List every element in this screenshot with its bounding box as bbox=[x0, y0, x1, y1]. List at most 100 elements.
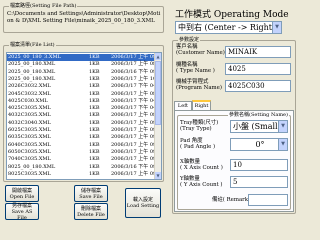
delete-file-button[interactable]: 刪除檔案 Delete File bbox=[74, 203, 108, 220]
list-item[interactable]: 2025_00_180_3.XML 1KB 2006/3/17 上午 09:1 bbox=[7, 54, 161, 61]
pad-angle-select[interactable]: 0° ▼ bbox=[230, 138, 288, 151]
tray-type-label: Tray種類(尺寸) (Tray Type) bbox=[180, 120, 219, 132]
setting-name-group: 參數名稱(Setting Name) Tray種類(尺寸) (Tray Type)… bbox=[177, 112, 291, 210]
file-name: 2025_00_180.XML bbox=[8, 75, 56, 82]
tray-type-select[interactable]: 小盤 (Small) ▼ bbox=[230, 120, 288, 133]
file-size: 1KB bbox=[89, 112, 100, 119]
file-name: 6025C3035.XML bbox=[8, 127, 51, 133]
list-item[interactable]: 2025_00_180.XML 1KB 2006/3/17 上午 08:5 bbox=[7, 61, 161, 68]
list-item[interactable]: 8025C3035.XML 1KB 2006/3/17 上午 09:2 bbox=[7, 170, 161, 178]
save-file-label-en: Save File bbox=[79, 193, 103, 200]
file-size: 1KB bbox=[89, 134, 100, 141]
list-item[interactable]: 6025C3035.XML 1KB 2006/3/17 上午 09:0 bbox=[7, 127, 161, 134]
file-size: 1KB bbox=[89, 163, 100, 170]
chevron-down-icon: ▼ bbox=[278, 121, 287, 132]
chevron-down-icon: ▼ bbox=[278, 139, 287, 150]
remark-field[interactable] bbox=[248, 194, 288, 206]
file-size: 1KB bbox=[89, 127, 100, 133]
file-name: 4025C3035.XML bbox=[8, 105, 51, 112]
file-name: 6040C3035.XML bbox=[8, 141, 51, 148]
tab-left[interactable]: Left bbox=[174, 101, 192, 110]
list-item[interactable]: 7040C3035.XML 1KB 2006/3/17 上午 09:2 bbox=[7, 156, 161, 163]
save-file-button[interactable]: 儲存檔案 Save File bbox=[74, 185, 108, 202]
list-item[interactable]: 2025_00_180.XML 1KB 2006/3/16 下午 09:1 bbox=[7, 68, 161, 76]
parameter-group-legend: 參數設定 bbox=[178, 37, 201, 44]
x-axis-count-label: X軸數量( X Axis Count ) bbox=[180, 159, 223, 171]
file-list-scrollbar[interactable]: ▲ ▼ bbox=[154, 53, 161, 179]
program-name-label: 機械手臂程式 (Program Name) bbox=[176, 79, 222, 91]
list-item[interactable]: 6040C3035.XML 1KB 2006/3/17 上午 09:0 bbox=[7, 141, 161, 149]
file-name: 4025C030.XML bbox=[8, 97, 48, 104]
program-name-field[interactable]: 4025C030 bbox=[225, 80, 291, 92]
file-name: 4032C3035.XML bbox=[8, 112, 51, 119]
open-file-button[interactable]: 開啟檔案 Open File bbox=[5, 185, 39, 202]
file-name: 2025_00_180.XML bbox=[8, 68, 56, 75]
pad-angle-label: Pad 角度( Pad Angle ) bbox=[180, 138, 216, 150]
file-size: 1KB bbox=[89, 83, 100, 90]
type-name-field[interactable]: 4025 bbox=[225, 63, 291, 75]
file-size: 1KB bbox=[89, 105, 100, 112]
file-name: 4032C3040.XML bbox=[8, 119, 51, 126]
list-item[interactable]: 2045C3032.XML 1KB 2006/3/17 上午 08:5 bbox=[7, 90, 161, 98]
file-size: 1KB bbox=[89, 61, 100, 68]
save-as-file-label-en: Save AS File bbox=[11, 208, 33, 221]
customer-name-field[interactable]: MINAIK bbox=[225, 46, 291, 58]
file-name: 2025_00_180_3.XML bbox=[8, 54, 61, 60]
pad-angle-value: 0° bbox=[255, 140, 265, 149]
file-name: 8025_00_180.XML bbox=[8, 163, 56, 170]
list-item[interactable]: 6035C3035.XML 1KB 2006/3/17 上午 09:5 bbox=[7, 134, 161, 141]
list-item[interactable]: 8025_00_180.XML 1KB 2006/3/16 下午 09:2 bbox=[7, 163, 161, 171]
file-size: 1KB bbox=[89, 170, 100, 177]
file-list-group: 檔案清單(File List) 2025_00_180_3.XML 1KB 2006… bbox=[3, 42, 164, 182]
list-item[interactable]: 4025C030.XML 1KB 2006/3/17 下午 04:1 bbox=[7, 97, 161, 105]
list-item[interactable]: 2025_00_180.XML 1KB 2006/3/17 上午 10:0 bbox=[7, 75, 161, 83]
file-size: 1KB bbox=[89, 90, 100, 97]
tab-right[interactable]: Right bbox=[192, 100, 211, 110]
list-item[interactable]: 4032C3040.XML 1KB 2006/3/17 上午 09:1 bbox=[7, 119, 161, 127]
file-list-legend: 檔案清單(File List) bbox=[9, 42, 56, 49]
operating-mode-title: 工作模式 Operating Mode bbox=[175, 10, 289, 20]
file-name: 6050C3035.XML bbox=[8, 148, 51, 155]
setting-name-legend: 參數名稱(Setting Name) bbox=[228, 112, 289, 119]
delete-file-label-en: Delete File bbox=[77, 211, 105, 218]
file-size: 1KB bbox=[89, 97, 100, 104]
save-as-file-button[interactable]: 另存檔案 Save AS File bbox=[5, 203, 39, 221]
tab-panel: 參數名稱(Setting Name) Tray種類(尺寸) (Tray Type)… bbox=[174, 110, 294, 212]
file-size: 1KB bbox=[89, 119, 100, 126]
remark-label: 備註( Remark ) bbox=[212, 197, 252, 203]
scroll-down-button[interactable]: ▼ bbox=[155, 172, 161, 179]
y-axis-count-label: Y軸數量( Y Axis Count ) bbox=[180, 176, 223, 188]
setting-file-path-text: C:\Documents and Settings\Administrator\… bbox=[7, 11, 161, 24]
file-name: 8025C3035.XML bbox=[8, 170, 51, 177]
scroll-thumb[interactable] bbox=[155, 61, 161, 125]
file-size: 1KB bbox=[89, 54, 100, 60]
scroll-up-button[interactable]: ▲ bbox=[155, 53, 161, 60]
list-item[interactable]: 2026C3032.XML 1KB 2006/3/17 下午 04:0 bbox=[7, 83, 161, 90]
file-name: 2025_00_180.XML bbox=[8, 61, 56, 68]
list-item[interactable]: 6050C3035.XML 1KB 2006/3/17 上午 09:0 bbox=[7, 148, 161, 156]
file-name: 7040C3035.XML bbox=[8, 156, 51, 163]
operating-mode-select[interactable]: 中到右 (Center -> Right) ▼ bbox=[175, 21, 282, 34]
customer-name-label: 客戶名稱 (Customer Name) bbox=[176, 44, 225, 56]
open-file-label-en: Open File bbox=[9, 193, 35, 200]
y-axis-count-field[interactable]: 5 bbox=[230, 176, 288, 188]
setting-file-path-group: 檔案路徑(Setting File Path) C:\Documents and… bbox=[3, 3, 164, 33]
x-axis-count-field[interactable]: 10 bbox=[230, 159, 288, 171]
type-name-label: 機種名稱( Type Name ) bbox=[176, 62, 215, 74]
setting-file-path-legend: 檔案路徑(Setting File Path) bbox=[9, 3, 78, 10]
tray-type-value: 小盤 (Small) bbox=[233, 122, 281, 131]
parameter-group: 參數設定 客戶名稱 (Customer Name) MINAIK 機種名稱( Ty… bbox=[172, 37, 296, 214]
load-setting-button[interactable]: 載入設定 Load Setting bbox=[125, 188, 161, 218]
chevron-down-icon: ▼ bbox=[272, 22, 281, 33]
file-list[interactable]: 2025_00_180_3.XML 1KB 2006/3/17 上午 09:1 202… bbox=[6, 52, 162, 180]
file-size: 1KB bbox=[89, 141, 100, 148]
file-name: 2045C3032.XML bbox=[8, 90, 51, 97]
file-list-rows: 2025_00_180_3.XML 1KB 2006/3/17 上午 09:1 202… bbox=[7, 53, 161, 179]
file-size: 1KB bbox=[89, 75, 100, 82]
list-item[interactable]: 4032C3035.XML 1KB 2006/3/17 上午 08:5 bbox=[7, 112, 161, 119]
file-size: 1KB bbox=[89, 68, 100, 75]
load-setting-label-en: Load Setting bbox=[126, 203, 160, 209]
file-name: 6035C3035.XML bbox=[8, 134, 51, 141]
file-size: 1KB bbox=[89, 148, 100, 155]
operating-mode-value: 中到右 (Center -> Right) bbox=[178, 23, 276, 32]
